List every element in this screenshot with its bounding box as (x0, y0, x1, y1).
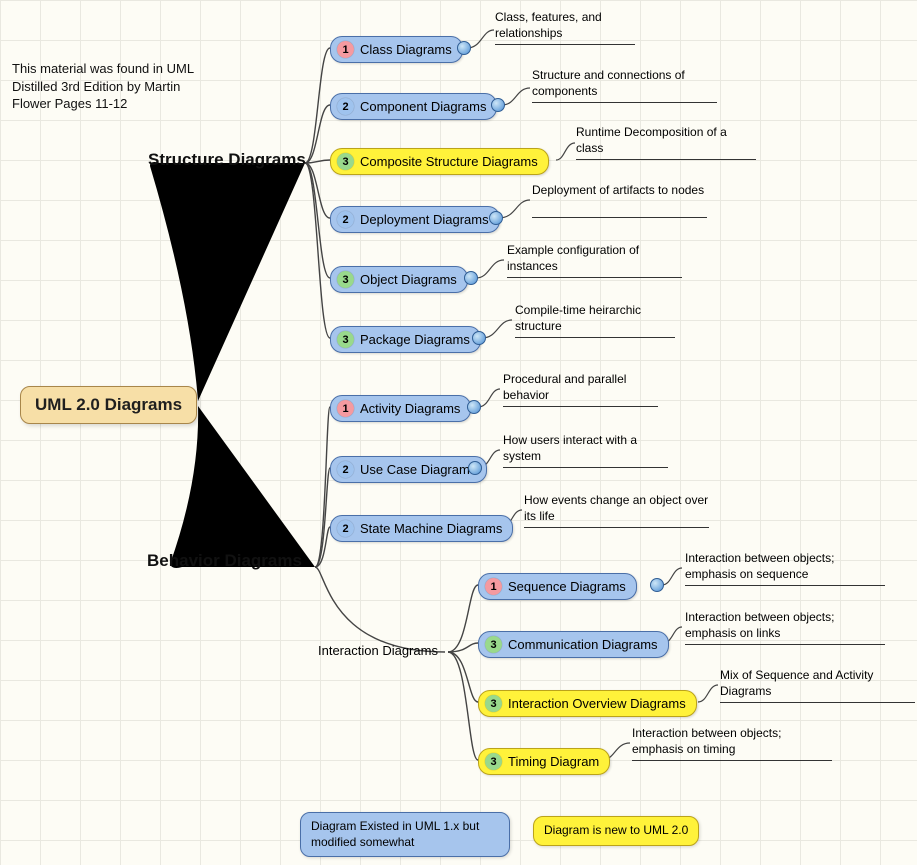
priority-1-icon: 1 (337, 41, 354, 58)
link-icon[interactable] (491, 98, 505, 112)
node-label: Component Diagrams (360, 99, 486, 114)
node-label: Interaction Overview Diagrams (508, 696, 686, 711)
node-communication-diagrams[interactable]: 3 Communication Diagrams (478, 631, 669, 658)
desc-communication: Interaction between objects; emphasis on… (685, 610, 885, 641)
priority-3-icon: 3 (337, 331, 354, 348)
link-icon[interactable] (468, 461, 482, 475)
priority-1-icon: 1 (485, 578, 502, 595)
priority-3-icon: 3 (485, 695, 502, 712)
desc-rule (515, 337, 675, 338)
desc-rule (507, 277, 682, 278)
branch-interaction[interactable]: Interaction Diagrams (318, 643, 438, 658)
priority-3-icon: 3 (485, 753, 502, 770)
desc-rule (685, 644, 885, 645)
node-label: Class Diagrams (360, 42, 452, 57)
node-label: Timing Diagram (508, 754, 599, 769)
link-icon[interactable] (457, 41, 471, 55)
priority-3-icon: 3 (337, 271, 354, 288)
node-package-diagrams[interactable]: 3 Package Diagrams (330, 326, 481, 353)
desc-rule (720, 702, 915, 703)
desc-overview: Mix of Sequence and Activity Diagrams (720, 668, 915, 699)
priority-1-icon: 1 (337, 400, 354, 417)
node-label: Communication Diagrams (508, 637, 658, 652)
node-activity-diagrams[interactable]: 1 Activity Diagrams (330, 395, 471, 422)
node-class-diagrams[interactable]: 1 Class Diagrams (330, 36, 463, 63)
priority-2-icon: 2 (337, 211, 354, 228)
node-label: Deployment Diagrams (360, 212, 489, 227)
link-icon[interactable] (489, 211, 503, 225)
node-interaction-overview[interactable]: 3 Interaction Overview Diagrams (478, 690, 697, 717)
node-composite-structure[interactable]: 3 Composite Structure Diagrams (330, 148, 549, 175)
node-label: State Machine Diagrams (360, 521, 502, 536)
desc-usecase: How users interact with a system (503, 433, 668, 464)
desc-rule (532, 102, 717, 103)
desc-class: Class, features, and relationships (495, 10, 635, 41)
node-label: Composite Structure Diagrams (360, 154, 538, 169)
desc-composite: Runtime Decomposition of a class (576, 125, 756, 156)
desc-sequence: Interaction between objects; emphasis on… (685, 551, 885, 582)
node-deployment-diagrams[interactable]: 2 Deployment Diagrams (330, 206, 500, 233)
legend-blue: Diagram Existed in UML 1.x but modified … (300, 812, 510, 857)
node-label: Use Case Diagrams (360, 462, 476, 477)
link-icon[interactable] (464, 271, 478, 285)
node-timing-diagram[interactable]: 3 Timing Diagram (478, 748, 610, 775)
priority-3-icon: 3 (337, 153, 354, 170)
desc-rule (524, 527, 709, 528)
desc-rule (503, 406, 658, 407)
desc-package: Compile-time heirarchic structure (515, 303, 675, 334)
desc-rule (495, 44, 635, 45)
desc-timing: Interaction between objects; emphasis on… (632, 726, 832, 757)
desc-rule (503, 467, 668, 468)
priority-2-icon: 2 (337, 98, 354, 115)
legend-yellow: Diagram is new to UML 2.0 (533, 816, 699, 846)
node-sequence-diagrams[interactable]: 1 Sequence Diagrams (478, 573, 637, 600)
desc-rule (532, 217, 707, 218)
node-statemachine-diagrams[interactable]: 2 State Machine Diagrams (330, 515, 513, 542)
link-icon[interactable] (467, 400, 481, 414)
root-node[interactable]: UML 2.0 Diagrams (20, 386, 197, 424)
priority-2-icon: 2 (337, 461, 354, 478)
node-label: Sequence Diagrams (508, 579, 626, 594)
node-usecase-diagrams[interactable]: 2 Use Case Diagrams (330, 456, 487, 483)
link-icon[interactable] (650, 578, 664, 592)
node-label: Object Diagrams (360, 272, 457, 287)
node-label: Package Diagrams (360, 332, 470, 347)
desc-rule (632, 760, 832, 761)
node-label: Activity Diagrams (360, 401, 460, 416)
desc-activity: Procedural and parallel behavior (503, 372, 658, 403)
node-component-diagrams[interactable]: 2 Component Diagrams (330, 93, 497, 120)
desc-statemachine: How events change an object over its lif… (524, 493, 709, 524)
desc-rule (685, 585, 885, 586)
link-icon[interactable] (472, 331, 486, 345)
branch-behavior[interactable]: Behavior Diagrams (147, 551, 302, 571)
source-annotation: This material was found in UML Distilled… (12, 60, 212, 113)
desc-component: Structure and connections of components (532, 68, 717, 99)
desc-rule (576, 159, 756, 160)
desc-deployment: Deployment of artifacts to nodes (532, 183, 707, 199)
branch-structure[interactable]: Structure Diagrams (148, 150, 306, 170)
priority-3-icon: 3 (485, 636, 502, 653)
priority-2-icon: 2 (337, 520, 354, 537)
node-object-diagrams[interactable]: 3 Object Diagrams (330, 266, 468, 293)
desc-object: Example configuration of instances (507, 243, 682, 274)
